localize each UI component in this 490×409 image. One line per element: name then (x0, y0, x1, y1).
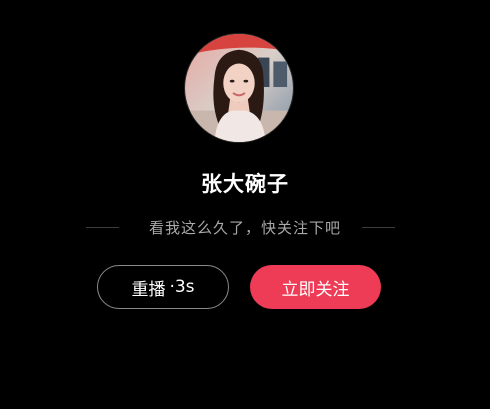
avatar[interactable] (184, 33, 294, 143)
replay-countdown: ·3s (169, 277, 195, 297)
follow-prompt-text: 看我这么久了，快关注下吧 (148, 219, 341, 237)
end-screen-overlay: 张大碗子 看我这么久了，快关注下吧 重播 ·3s 立即关注 (0, 0, 490, 409)
divider-right (362, 227, 395, 228)
follow-button[interactable]: 立即关注 (250, 265, 381, 309)
follow-label: 立即关注 (281, 279, 350, 300)
replay-button[interactable]: 重播 ·3s (97, 265, 229, 309)
username: 张大碗子 (201, 172, 289, 196)
replay-label: 重播 (131, 279, 166, 300)
user-avatar-photo-icon (185, 34, 293, 142)
